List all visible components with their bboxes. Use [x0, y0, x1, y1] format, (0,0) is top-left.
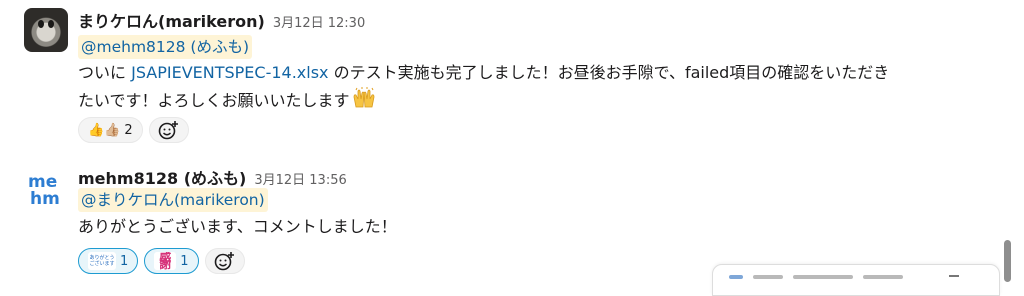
add-reaction-button[interactable]: [148, 117, 189, 143]
message-text-line-1: ついに JSAPIEVENTSPEC-14.xlsx のテスト実施も完了しました…: [78, 63, 890, 82]
svg-text:hm: hm: [30, 189, 60, 209]
reaction-count: 1: [120, 253, 129, 269]
popup-content: [729, 275, 903, 279]
popup-panel[interactable]: [712, 264, 1000, 296]
reaction-thumbs-up[interactable]: 👍👍🏼 2: [78, 117, 143, 143]
reaction-count: 1: [180, 253, 189, 269]
timestamp[interactable]: 3月12日 13:56: [254, 169, 346, 188]
user-mention[interactable]: @まりケロん(marikeron): [78, 188, 268, 212]
add-reaction-icon: [214, 252, 234, 271]
scrollbar[interactable]: [1004, 240, 1011, 282]
timestamp[interactable]: 3月12日 12:30: [273, 12, 365, 31]
arigatou-emoji-icon: ありがとう ございます: [88, 252, 116, 270]
reactions-bar: ありがとう ございます 1 感謝 1: [78, 248, 245, 274]
avatar[interactable]: [24, 8, 68, 52]
raised-hands-icon: [352, 87, 376, 117]
mehm-logo-icon: me hm: [28, 172, 60, 209]
file-link[interactable]: JSAPIEVENTSPEC-14.xlsx: [131, 63, 328, 82]
kansha-emoji-icon: 感謝: [154, 252, 177, 270]
user-mention[interactable]: @mehm8128 (めふも): [78, 35, 253, 59]
minimize-icon[interactable]: [949, 275, 959, 277]
message-text-line-2: たいです！よろしくお願いいたします: [78, 87, 376, 117]
reaction-kansha[interactable]: 感謝 1: [144, 248, 199, 274]
message-header: まりケロん(marikeron) 3月12日 12:30: [78, 8, 365, 32]
add-reaction-button[interactable]: [204, 248, 245, 274]
thumbs-up-icon: 👍👍🏼: [88, 122, 121, 138]
reactions-bar: 👍👍🏼 2: [78, 117, 189, 143]
avatar[interactable]: me hm: [24, 167, 68, 211]
sender-name[interactable]: まりケロん(marikeron): [78, 8, 265, 32]
sender-name[interactable]: mehm8128 (めふも): [78, 165, 246, 189]
reaction-count: 2: [124, 122, 133, 138]
message-text-line-1: ありがとうございます、コメントしました！: [78, 217, 397, 236]
message-header: mehm8128 (めふも) 3月12日 13:56: [78, 165, 347, 189]
reaction-arigatou[interactable]: ありがとう ございます 1: [78, 248, 139, 274]
add-reaction-icon: [158, 121, 178, 140]
